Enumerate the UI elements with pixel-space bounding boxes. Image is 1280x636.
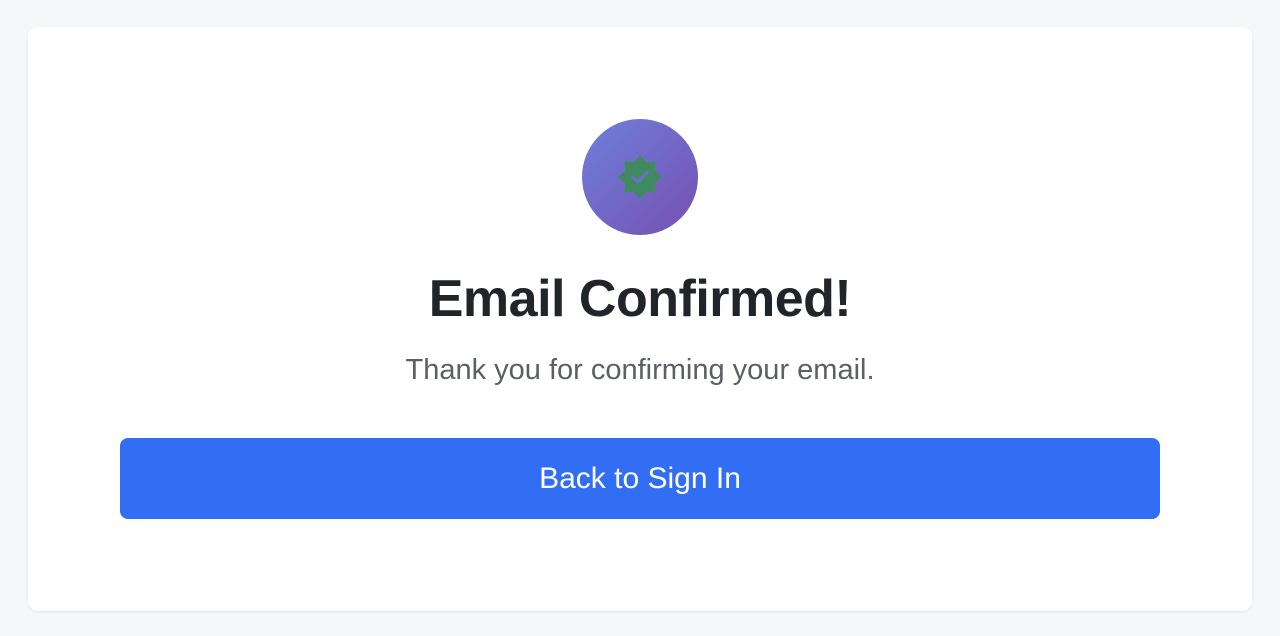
- check-badge-icon: [618, 155, 662, 199]
- page-title: Email Confirmed!: [428, 270, 852, 328]
- confirmation-card: Email Confirmed! Thank you for confirmin…: [28, 27, 1252, 611]
- confirmation-message: Thank you for confirming your email.: [405, 354, 875, 386]
- page: Email Confirmed! Thank you for confirmin…: [0, 0, 1280, 636]
- icon-circle: [582, 119, 698, 235]
- back-to-sign-in-button[interactable]: Back to Sign In: [120, 438, 1160, 519]
